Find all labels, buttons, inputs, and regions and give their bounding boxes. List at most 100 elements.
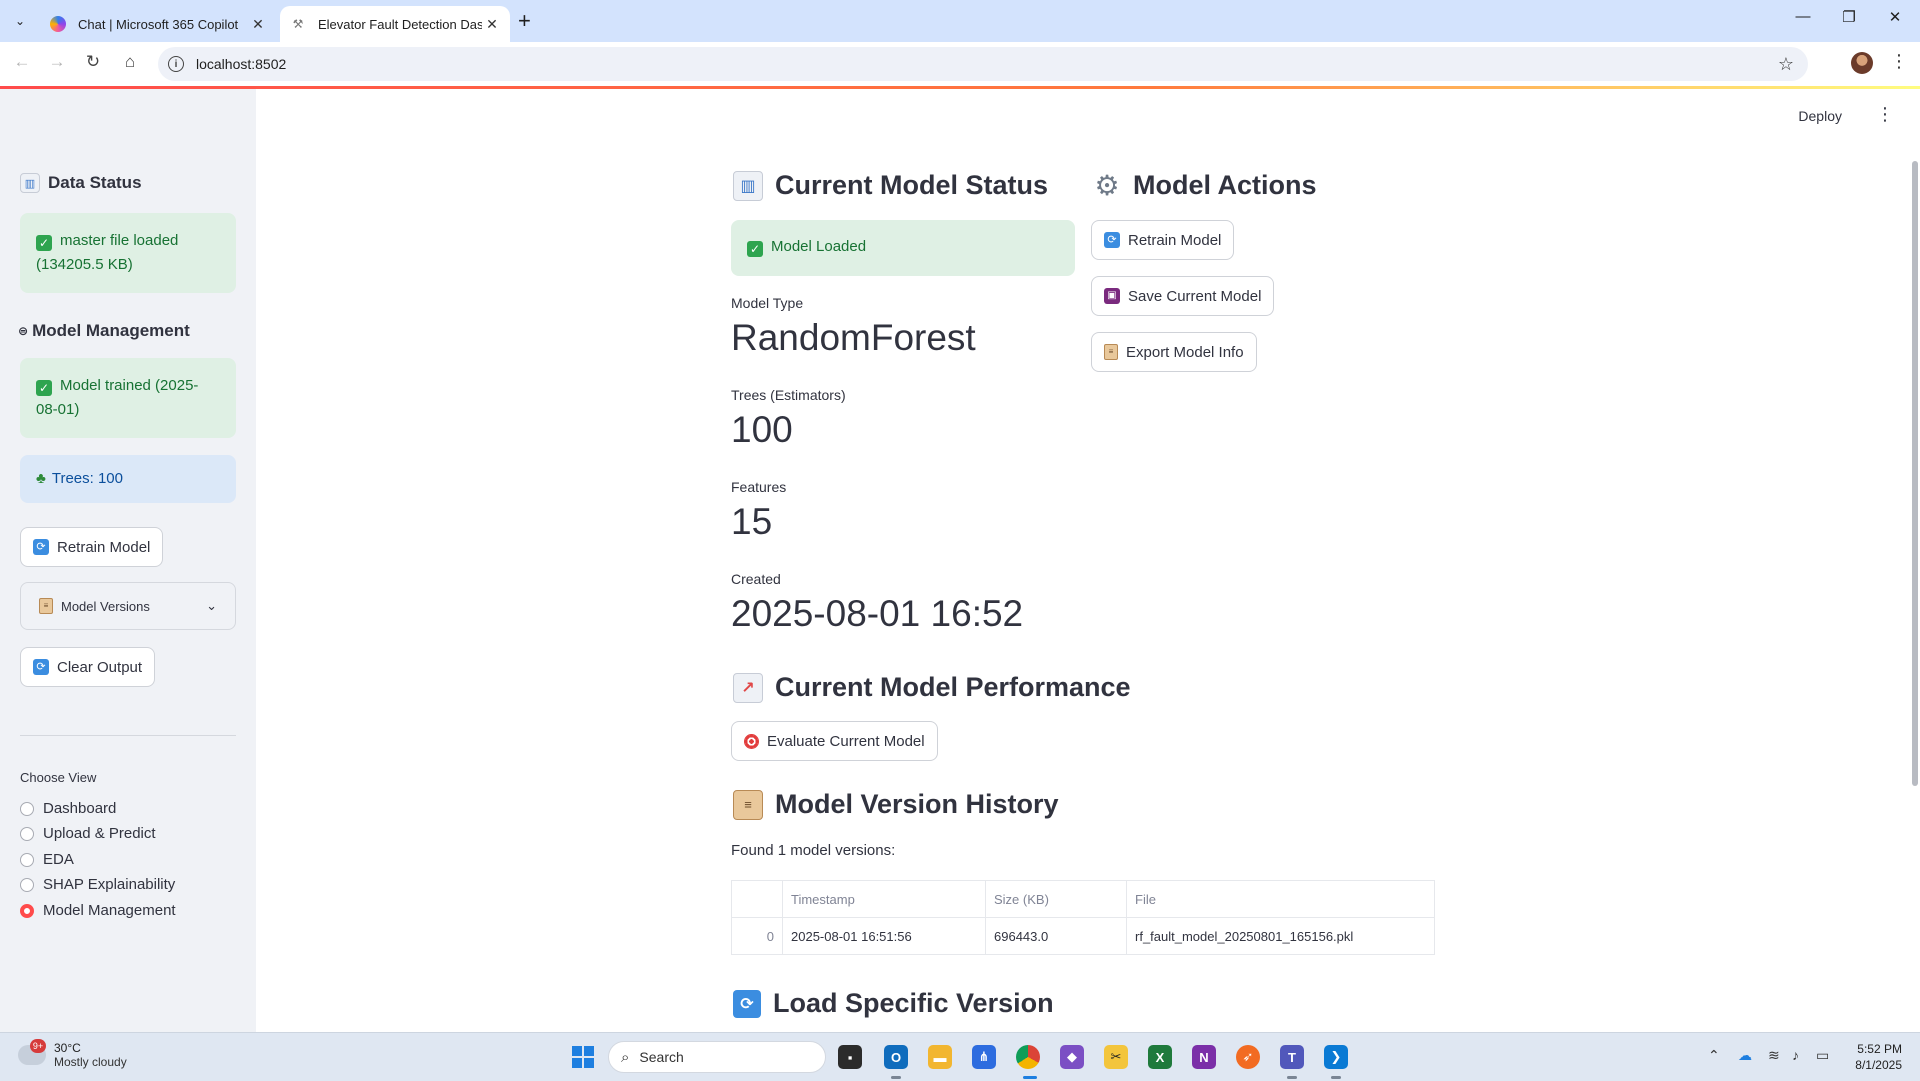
button-label: Retrain Model [1128,231,1222,249]
compass-app-icon[interactable]: ➶ [1236,1045,1260,1069]
clear-output-button[interactable]: ⟳ Clear Output [20,647,156,687]
alert-text: Model Loaded [771,238,867,255]
tree-icon: ♣ [36,470,46,487]
button-label: Retrain Model [57,538,151,556]
restore-icon[interactable]: ❐ [1826,8,1872,26]
save-current-model-button[interactable]: ▣ Save Current Model [1091,276,1275,316]
heading-text: Load Specific Version [773,988,1054,1018]
disc-icon: ⊜ [18,324,29,338]
search-icon: ⌕ [621,1048,630,1066]
radio-button-selected[interactable] [20,903,34,918]
floppy-disk-icon: ▣ [1104,288,1120,304]
outlook-icon[interactable]: O [884,1045,908,1069]
table-header-size[interactable]: Size (KB) [985,880,1127,918]
view-option-model-management[interactable]: Model Management [20,902,176,919]
gear-icon: ⚙ [1094,170,1120,201]
tab-close-icon[interactable]: ✕ [248,16,268,33]
home-icon[interactable]: ⌂ [118,52,142,72]
view-option-shap[interactable]: SHAP Explainability [20,876,175,893]
table-header-timestamp[interactable]: Timestamp [782,880,986,918]
battery-icon[interactable]: ▭ [1816,1047,1829,1064]
back-arrow-icon[interactable]: ← [10,52,34,72]
table-header-file[interactable]: File [1126,880,1435,918]
onedrive-cloud-icon[interactable]: ☁ [1738,1047,1752,1064]
browser-menu-icon[interactable]: ⋮ [1890,51,1908,72]
close-window-icon[interactable]: ✕ [1872,8,1918,26]
view-option-upload-predict[interactable]: Upload & Predict [20,825,156,842]
radio-button[interactable] [20,852,34,867]
windows-start-icon[interactable] [572,1046,594,1068]
deploy-button[interactable]: Deploy [1798,108,1842,124]
tab-elevator-dashboard[interactable]: ⚒ Elevator Fault Detection Dashbo ✕ [280,6,510,42]
site-info-icon[interactable]: i [168,56,184,72]
evaluate-current-model-button[interactable]: Evaluate Current Model [731,721,938,761]
bar-chart-icon: ▥ [733,170,763,201]
minimize-icon[interactable]: — [1780,8,1826,25]
file-explorer-icon[interactable]: ▬ [928,1045,952,1069]
scrollbar[interactable] [1912,161,1918,786]
system-clock[interactable]: 5:52 PM 8/1/2025 [1855,1041,1902,1073]
button-label: Export Model Info [1126,343,1244,361]
button-label: Evaluate Current Model [767,732,925,750]
trees-info-alert: ♣ Trees: 100 [20,455,236,503]
search-placeholder: Search [639,1049,684,1065]
sidebar-divider [20,735,236,736]
forward-arrow-icon[interactable]: → [45,52,69,72]
app-menu-icon[interactable]: ⋮ [1876,104,1894,125]
view-option-eda[interactable]: EDA [20,851,74,868]
button-label: Clear Output [57,658,143,676]
task-view-icon[interactable]: ▪ [838,1045,862,1069]
reload-icon[interactable]: ↻ [81,52,105,72]
teams-icon[interactable]: T [1280,1045,1304,1069]
radio-button[interactable] [20,826,34,841]
show-hidden-icons-chevron-icon[interactable]: ⌃ [1708,1047,1720,1064]
snipping-tool-icon[interactable]: ✂ [1104,1045,1128,1069]
wifi-icon[interactable]: ≋ [1768,1047,1780,1064]
radio-button[interactable] [20,801,34,816]
data-status-heading: ▥ Data Status [20,173,142,193]
model-version-history-heading: ≡ Model Version History [733,789,1059,820]
browser-tab-strip: ⌄ Chat | Microsoft 365 Copilot ✕ ⚒ Eleva… [0,0,1920,42]
vscode-icon[interactable]: ❯ [1324,1045,1348,1069]
weather-widget[interactable]: 9+ 30°C Mostly cloudy [18,1039,127,1069]
taskbar-search-box[interactable]: ⌕ Search [608,1041,826,1073]
table-cell-size[interactable]: 696443.0 [985,917,1127,955]
export-model-info-button[interactable]: ≡ Export Model Info [1091,332,1257,372]
version-history-table[interactable]: Timestamp Size (KB) File 0 2025-08-01 16… [731,880,1435,955]
visual-studio-icon[interactable]: ◆ [1060,1045,1084,1069]
excel-icon[interactable]: X [1148,1045,1172,1069]
metric-value-created: 2025-08-01 16:52 [731,593,1024,634]
heading-text: Data Status [48,173,142,192]
bookmark-star-icon[interactable]: ☆ [1778,54,1794,75]
volume-icon[interactable]: ♪ [1792,1047,1799,1063]
tab-close-icon[interactable]: ✕ [482,16,502,33]
model-management-heading: ⊜ Model Management [18,321,190,341]
running-indicator [1287,1076,1297,1079]
running-indicator [891,1076,901,1079]
profile-avatar[interactable] [1851,52,1873,74]
chevron-down-icon: ⌄ [206,598,217,613]
address-bar[interactable]: i localhost:8502 ☆ [158,47,1808,81]
radio-label: Dashboard [43,800,117,817]
table-cell-timestamp[interactable]: 2025-08-01 16:51:56 [782,917,986,955]
onenote-icon[interactable]: N [1192,1045,1216,1069]
heading-text: Model Actions [1133,170,1317,200]
tab-copilot[interactable]: Chat | Microsoft 365 Copilot ✕ [40,6,276,42]
radio-button[interactable] [20,877,34,892]
network-app-icon[interactable]: ⋔ [972,1045,996,1069]
alert-text: Trees: 100 [51,470,123,487]
radio-label: Model Management [43,902,176,919]
target-icon [744,733,759,749]
clock-date: 8/1/2025 [1855,1058,1902,1072]
view-option-dashboard[interactable]: Dashboard [20,800,116,817]
model-versions-expander[interactable]: ≡ Model Versions ⌄ [20,582,236,630]
sidebar-retrain-button[interactable]: ⟳ Retrain Model [20,527,164,567]
new-tab-plus-icon[interactable]: + [518,8,531,34]
tab-search-chevron-icon[interactable]: ⌄ [8,9,32,33]
tab-title: Chat | Microsoft 365 Copilot [78,16,239,32]
chrome-icon[interactable] [1016,1045,1040,1069]
table-cell-file[interactable]: rf_fault_model_20250801_165156.pkl [1126,917,1435,955]
table-row: 0 2025-08-01 16:51:56 696443.0 rf_fault_… [731,917,1435,955]
radio-label: SHAP Explainability [43,876,176,893]
retrain-model-button[interactable]: ⟳ Retrain Model [1091,220,1235,260]
